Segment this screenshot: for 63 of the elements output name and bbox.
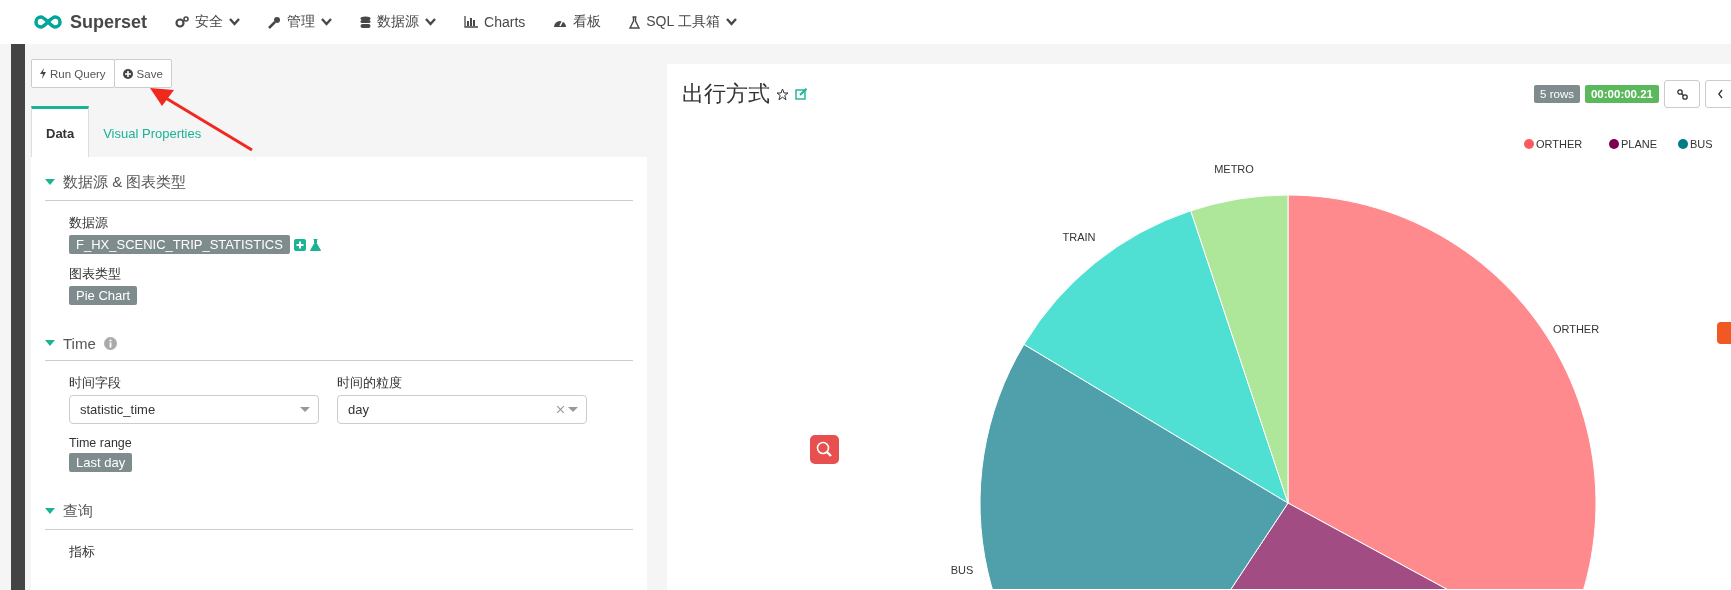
select-field[interactable]: day [337,395,587,424]
legend-label[interactable]: BUS [1690,138,1713,150]
link-icon [1676,88,1688,100]
chevron-down-icon [425,18,437,26]
nav-menu-item[interactable]: SQL 工具箱 [629,13,737,31]
info-icon [103,337,117,350]
duration-badge: 00:00:00.21 [1584,85,1659,103]
infinity-logo-icon [34,15,62,29]
chevron-down-icon [229,18,241,26]
star-icon[interactable] [776,87,789,101]
caret-icon [45,340,55,347]
brand-name: Superset [70,11,148,33]
nav-menu-item[interactable]: 数据源 [360,13,437,31]
section-header[interactable]: 数据源 & 图表类型 [45,161,633,201]
wrench-icon [268,15,282,29]
chevron-down-icon [321,18,333,26]
field-label: 图表类型 [69,266,122,283]
caret-icon [568,406,578,413]
flask-icon [629,15,641,29]
slice-label: ORTHER [1552,323,1600,335]
field-label: 指标 [69,544,96,561]
caret-icon [45,179,55,186]
legend-label[interactable]: ORTHER [1536,138,1583,150]
search-button[interactable] [810,435,839,464]
code-button[interactable] [1705,80,1731,108]
slice-label: METRO [1214,163,1254,175]
bar-chart-icon [464,16,479,28]
legend-label[interactable]: PLANE [1621,138,1658,150]
input-method-icon[interactable] [1717,322,1731,344]
database-icon [360,15,372,29]
legend-dot[interactable] [1609,139,1619,149]
gears-icon [175,15,190,29]
field-label: Time range [69,436,133,450]
bolt-icon [40,68,46,79]
caret-icon [300,406,310,413]
section-header[interactable]: Time [45,323,633,361]
row-count-badge: 5 rows [1534,85,1580,103]
clear-icon[interactable] [557,406,564,413]
plus-square-icon[interactable] [293,238,306,251]
edit-icon[interactable] [795,88,808,100]
field-label: 数据源 [69,215,109,232]
plus-circle-icon [122,68,133,79]
legend-dot[interactable] [1524,139,1534,149]
slice-label: BUS [950,564,974,576]
panel-tab[interactable]: Data [31,106,90,157]
nav-menu-item[interactable]: Charts [464,14,526,30]
chart-title: 出行方式 [682,80,770,108]
field-label: 时间字段 [69,375,122,392]
select-field[interactable]: statistic_time [69,395,319,424]
chevron-down-icon [725,18,737,26]
legend-dot[interactable] [1678,139,1688,149]
field-label: 时间的粒度 [337,375,403,392]
caret-icon [45,508,55,515]
nav-menu-item[interactable]: 管理 [268,13,333,31]
link-button[interactable] [1664,80,1700,108]
run-query-button[interactable]: Run Query [31,59,115,88]
nav-menu-item[interactable]: 安全 [175,13,241,31]
slice-label: TRAIN [1062,231,1096,243]
section-header[interactable]: 查询 [45,490,633,530]
nav-menu-item[interactable]: 看板 [553,13,602,31]
flask-icon[interactable] [309,238,321,251]
save-button[interactable]: Save [113,59,172,88]
search-icon [816,441,833,458]
